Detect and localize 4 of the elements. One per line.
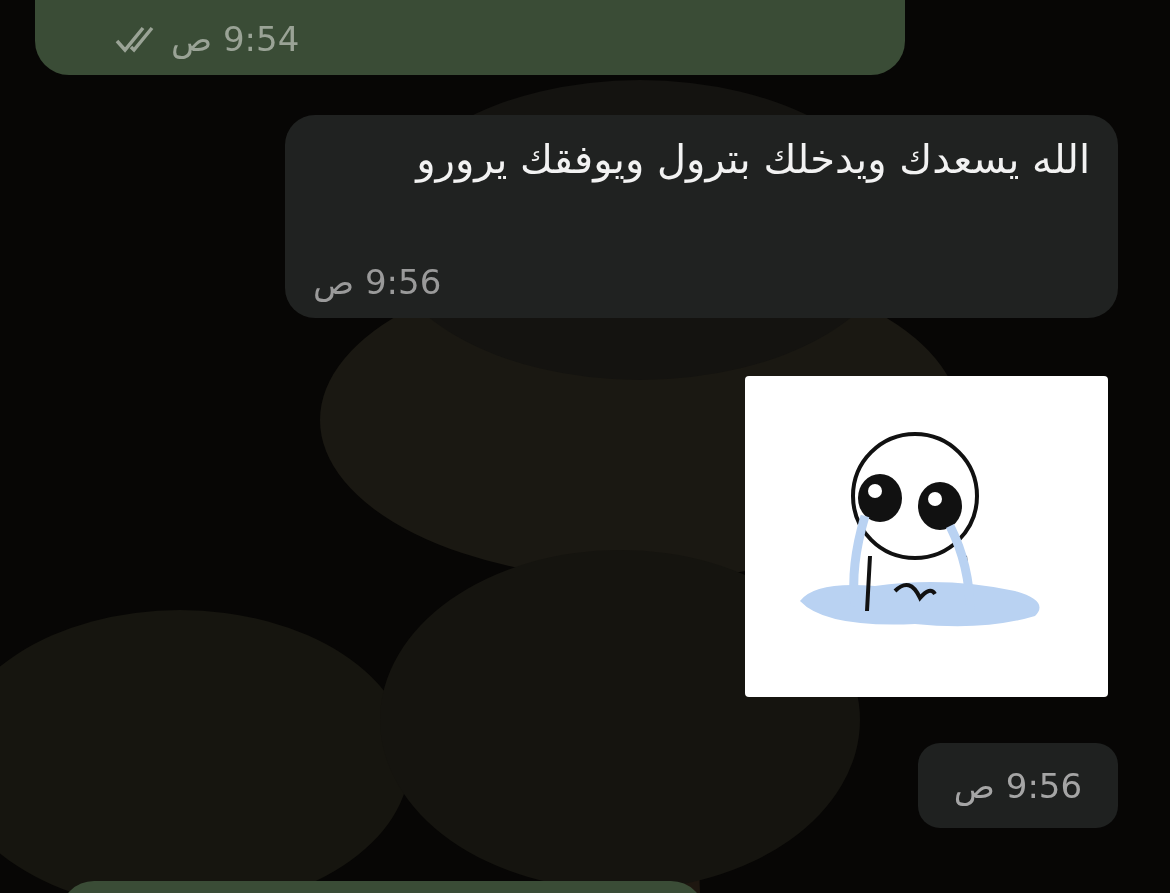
message-text: الله يسعدك ويدخلك بترول ويوفقك يرورو [413,135,1090,185]
message-time: 9:56 ص [953,765,1083,806]
message-time: 9:56 ص [313,262,442,302]
message-time: 9:54 ص [171,19,300,59]
